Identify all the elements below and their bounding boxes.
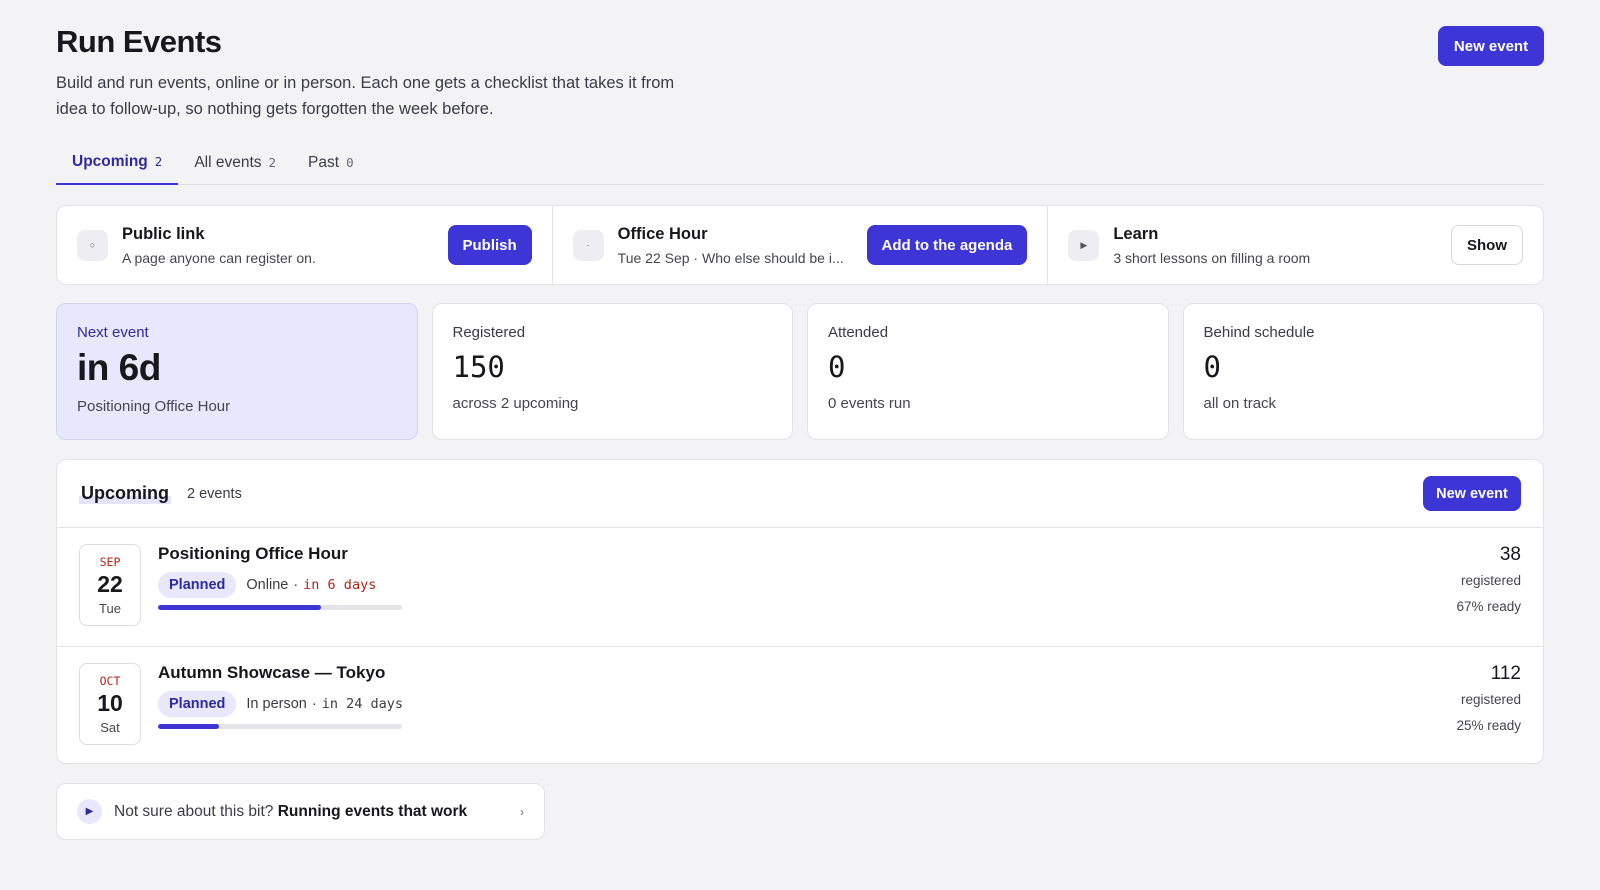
status-badge: Planned	[158, 572, 237, 598]
event-row[interactable]: OCT 10 Sat Autumn Showcase — Tokyo Plann…	[57, 646, 1543, 763]
publish-button[interactable]: Publish	[447, 225, 532, 265]
help-link-card[interactable]: ▶ Not sure about this bit? Running event…	[56, 783, 545, 840]
stat-value: 150	[452, 350, 505, 384]
tab-upcoming[interactable]: Upcoming 2	[56, 140, 179, 185]
tab-count: 2	[154, 154, 163, 169]
panel-count: 2 events	[187, 485, 242, 502]
progress-fill	[158, 605, 322, 610]
play-icon[interactable]: ▶	[1068, 229, 1100, 261]
date-day: 10	[97, 689, 123, 716]
status-badge: Planned	[158, 691, 237, 717]
card-subtitle: A page anyone can register on.	[122, 249, 316, 266]
event-format: Online	[246, 577, 289, 593]
card-title: Office Hour	[617, 224, 708, 243]
tab-count: 0	[346, 155, 354, 170]
tab-label: All events	[194, 153, 262, 171]
date-weekday: Sat	[100, 719, 120, 735]
event-countdown: in 24 days	[321, 696, 403, 712]
card-subtitle: Tue 22 Sep · Who else should be i...	[617, 249, 844, 266]
stat-label: Next event	[77, 324, 149, 341]
tab-count: 2	[268, 155, 277, 170]
date-badge: SEP 22 Tue	[79, 544, 141, 626]
panel-header: Upcoming 2 events New event	[57, 460, 1543, 528]
event-countdown: in 6 days	[303, 577, 377, 593]
tab-label: Past	[308, 153, 340, 171]
stat-subtext: 0 events run	[828, 395, 911, 412]
dot-icon: ·	[572, 229, 604, 261]
event-title[interactable]: Positioning Office Hour	[158, 544, 402, 564]
stat-value: 0	[828, 350, 846, 384]
event-format: In person	[246, 696, 307, 712]
stat-label: Registered	[452, 324, 526, 341]
stat-behind-schedule: Behind schedule 0 all on track	[1182, 303, 1544, 440]
upcoming-panel: Upcoming 2 events New event SEP 22 Tue P…	[56, 459, 1544, 764]
stat-attended: Attended 0 0 events run	[807, 303, 1169, 440]
event-row[interactable]: SEP 22 Tue Positioning Office Hour Plann…	[57, 528, 1543, 646]
help-text: Not sure about this bit? Running events …	[114, 803, 467, 821]
public-link-card: ○ Public link A page anyone can register…	[57, 206, 552, 284]
date-day: 22	[97, 570, 123, 597]
card-title: Learn	[1113, 224, 1159, 243]
stat-registered: Registered 150 across 2 upcoming	[431, 303, 793, 440]
page-title: Run Events	[56, 24, 222, 59]
help-link[interactable]: Running events that work	[278, 803, 467, 820]
learn-card: ▶ Learn 3 short lessons on filling a roo…	[1047, 206, 1543, 284]
office-hour-card: · Office Hour Tue 22 Sep · Who else shou…	[551, 206, 1048, 284]
add-to-agenda-button[interactable]: Add to the agenda	[866, 225, 1028, 265]
page-header: Run Events Build and run events, online …	[56, 24, 1544, 122]
stat-label: Attended	[828, 324, 889, 341]
registered-count: 38	[1499, 544, 1521, 565]
stat-value: 0	[1203, 350, 1221, 384]
registered-label: registered	[1460, 692, 1521, 707]
new-event-button[interactable]: New event	[1438, 26, 1544, 66]
stat-label: Behind schedule	[1203, 324, 1315, 341]
tab-past[interactable]: Past 0	[292, 140, 370, 185]
stat-value: in 6d	[77, 347, 161, 388]
registered-count: 112	[1490, 663, 1521, 684]
new-event-button[interactable]: New event	[1423, 476, 1521, 511]
page-description: Build and run events, online or in perso…	[56, 74, 675, 118]
action-strip: ○ Public link A page anyone can register…	[56, 205, 1544, 285]
stats-row: Next event in 6d Positioning Office Hour…	[56, 303, 1544, 440]
ready-percent: 67% ready	[1456, 599, 1521, 614]
stat-subtext: across 2 upcoming	[452, 395, 579, 412]
play-icon: ▶	[77, 799, 102, 824]
panel-title: Upcoming	[79, 483, 171, 504]
readiness-progress	[158, 605, 402, 610]
card-subtitle: 3 short lessons on filling a room	[1113, 249, 1311, 266]
help-prompt: Not sure about this bit?	[114, 802, 274, 820]
date-badge: OCT 10 Sat	[79, 663, 141, 745]
separator: ·	[311, 696, 317, 712]
date-weekday: Tue	[99, 600, 121, 616]
circle-icon: ○	[77, 229, 108, 261]
date-month: OCT	[99, 673, 121, 688]
tab-label: Upcoming	[72, 152, 148, 170]
readiness-progress	[158, 724, 402, 729]
tab-all-events[interactable]: All events 2	[178, 140, 292, 185]
tab-bar: Upcoming 2 All events 2 Past 0	[56, 140, 1544, 185]
registered-label: registered	[1460, 573, 1521, 588]
show-button[interactable]: Show	[1451, 225, 1524, 265]
card-title: Public link	[122, 224, 205, 243]
stat-next-event: Next event in 6d Positioning Office Hour	[56, 303, 418, 440]
ready-percent: 25% ready	[1456, 718, 1521, 733]
separator: ·	[293, 577, 299, 593]
event-title[interactable]: Autumn Showcase — Tokyo	[158, 663, 403, 683]
progress-fill	[158, 724, 219, 729]
stat-subtext: all on track	[1203, 395, 1277, 412]
stat-subtext: Positioning Office Hour	[77, 398, 231, 415]
chevron-right-icon: ›	[520, 804, 524, 819]
date-month: SEP	[99, 554, 121, 569]
